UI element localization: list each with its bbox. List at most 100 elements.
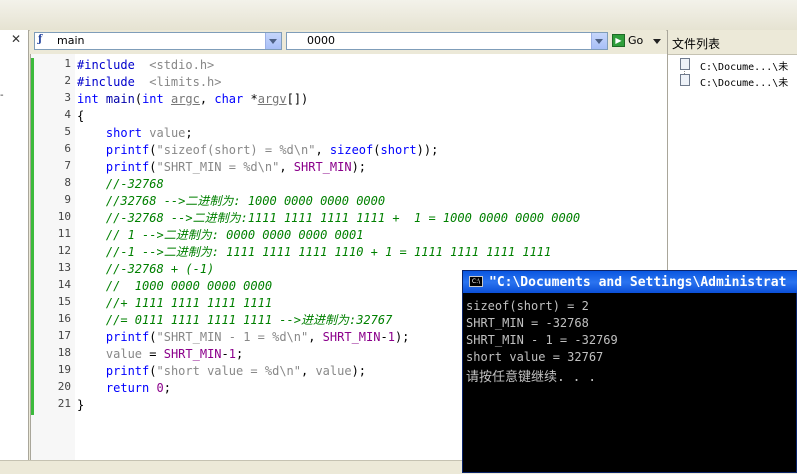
console-output-line: SHRT_MIN = -32768	[466, 316, 589, 330]
navigation-toolbar: ƒ main 0000 ▶ Go	[30, 30, 666, 54]
code-text: {	[77, 108, 84, 125]
code-text: // 1000 0000 0000 0000	[77, 278, 272, 295]
file-list-item[interactable]: C:\Docume...\未	[680, 73, 797, 89]
line-number: 11	[57, 227, 71, 240]
status-bar	[0, 460, 462, 474]
code-text: value = SHRT_MIN-1;	[77, 346, 243, 363]
code-token: (	[149, 143, 157, 157]
line-number: 2	[64, 74, 71, 87]
code-line[interactable]: 1 #include <stdio.h>	[31, 57, 667, 74]
code-token: printf	[105, 160, 150, 174]
code-line[interactable]: 9 //32768 -->二进制为: 1000 0000 0000 0000	[31, 193, 667, 210]
line-number: 21	[57, 397, 71, 410]
code-token: SHRT_MIN	[293, 160, 352, 174]
console-output-line: 请按任意键继续. . .	[466, 370, 597, 385]
code-token: short	[105, 126, 143, 140]
console-output-line: sizeof(short) = 2	[466, 299, 589, 313]
line-number: 5	[64, 125, 71, 138]
line-number: 1	[64, 57, 71, 70]
code-line[interactable]: 2 #include <limits.h>	[31, 74, 667, 91]
code-token: printf	[105, 330, 150, 344]
code-token: // 1 -->二进制为: 0000 0000 0000 0001	[105, 228, 364, 242]
code-token: //32768 -->二进制为: 1000 0000 0000 0000	[105, 194, 386, 208]
code-text: //+ 1111 1111 1111 1111	[77, 295, 272, 312]
line-number: 14	[57, 278, 71, 291]
code-text: //32768 -->二进制为: 1000 0000 0000 0000	[77, 193, 385, 210]
code-text: int main(int argc, char *argv[])	[77, 91, 308, 108]
go-arrow-icon: ▶	[612, 34, 625, 47]
go-button[interactable]: ▶ Go	[612, 32, 664, 50]
code-token: *	[243, 92, 258, 106]
code-token: int	[77, 92, 99, 106]
function-combo[interactable]: ƒ main	[34, 32, 282, 50]
code-token: ,	[279, 160, 294, 174]
file-icon	[680, 74, 690, 86]
console-title-bar[interactable]: C:\ "C:\Documents and Settings\Administr…	[463, 271, 797, 293]
file-list-item[interactable]: C:\Docume...\未	[680, 57, 797, 73]
code-line[interactable]: 4{	[31, 108, 667, 125]
code-token: <limits.h>	[149, 75, 222, 89]
code-token: ;	[163, 381, 171, 395]
chevron-down-icon[interactable]	[265, 33, 281, 49]
file-list-item-label: C:\Docume...\未	[700, 78, 789, 89]
line-number: 18	[57, 346, 71, 359]
code-text: //-1 -->二进制为: 1111 1111 1111 1110 + 1 = …	[77, 244, 551, 261]
console-window[interactable]: C:\ "C:\Documents and Settings\Administr…	[462, 270, 797, 473]
code-line[interactable]: 5 short value;	[31, 125, 667, 142]
dropdown-arrow-icon[interactable]	[653, 39, 661, 44]
code-token: //-32768 + (-1)	[105, 262, 215, 276]
code-line[interactable]: 11 // 1 -->二进制为: 0000 0000 0000 0001	[31, 227, 667, 244]
code-token: //-1 -->二进制为: 1111 1111 1111 1110 + 1 = …	[105, 245, 552, 259]
code-text: #include <stdio.h>	[77, 57, 214, 74]
code-line[interactable]: 8 //-32768	[31, 176, 667, 193]
code-token: );	[351, 160, 367, 174]
close-icon[interactable]: ✕	[6, 31, 26, 47]
code-line[interactable]: 7 printf("SHRT_MIN = %d\n", SHRT_MIN);	[31, 159, 667, 176]
line-number: 20	[57, 380, 71, 393]
chevron-down-icon[interactable]	[591, 33, 607, 49]
code-text: //-32768 + (-1)	[77, 261, 214, 278]
code-token: ,	[199, 92, 215, 106]
code-token: SHRT_MIN	[163, 347, 222, 361]
code-token: char	[214, 92, 244, 106]
code-token: ;	[185, 126, 193, 140]
line-number: 8	[64, 176, 71, 189]
code-token: ;	[235, 347, 244, 361]
code-token: (	[149, 364, 157, 378]
code-token: short	[380, 143, 417, 157]
line-combo[interactable]: 0000	[286, 32, 608, 50]
console-title: "C:\Documents and Settings\Administrat	[489, 275, 787, 290]
code-token: (	[134, 92, 143, 106]
code-line[interactable]: 10 //-32768 -->二进制为:1111 1111 1111 1111 …	[31, 210, 667, 227]
code-token: 1	[387, 330, 395, 344]
code-line[interactable]: 6 printf("sizeof(short) = %d\n", sizeof(…	[31, 142, 667, 159]
code-text: //-32768	[77, 176, 164, 193]
code-token: <stdio.h>	[149, 58, 215, 72]
code-token: ,	[301, 364, 316, 378]
code-token: main	[105, 92, 135, 106]
line-number: 17	[57, 329, 71, 342]
code-token: (	[149, 330, 157, 344]
console-output-line: SHRT_MIN - 1 = -32769	[466, 333, 618, 347]
code-token: 0	[156, 381, 164, 395]
code-token: //= 0111 1111 1111 1111 -->进进制为:32767	[105, 313, 393, 327]
code-token: SHRT_MIN	[322, 330, 381, 344]
code-line[interactable]: 3 int main(int argc, char *argv[])	[31, 91, 667, 108]
code-line[interactable]: 12 //-1 -->二进制为: 1111 1111 1111 1110 + 1…	[31, 244, 667, 261]
code-token: "short value = %d\n"	[156, 364, 302, 378]
line-number: 9	[64, 193, 71, 206]
code-token: //+ 1111 1111 1111 1111	[105, 296, 273, 310]
line-number: 3	[64, 91, 71, 104]
code-token: #include	[77, 58, 135, 72]
